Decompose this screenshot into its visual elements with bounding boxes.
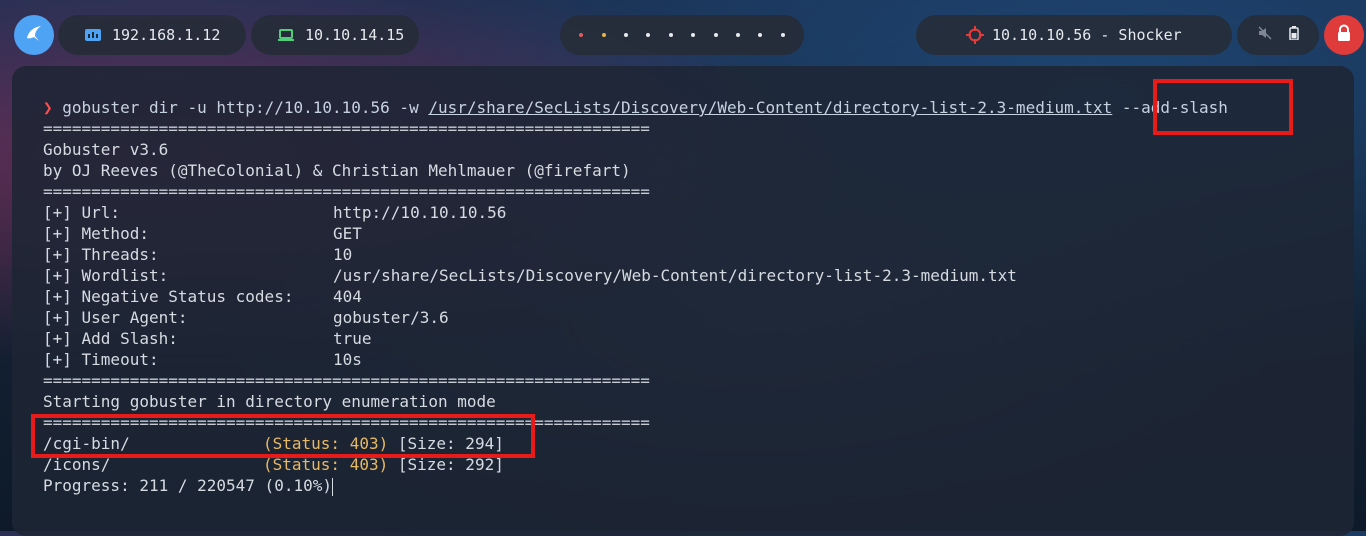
setting-row: [+] Negative Status codes: 404 [43,286,1228,307]
setting-value: gobuster/3.6 [333,308,449,327]
setting-value: http://10.10.10.56 [333,203,507,222]
setting-row: [+] Threads: 10 [43,244,1228,265]
local-ip-widget[interactable]: 192.168.1.12 [58,15,246,55]
start-message: Starting gobuster in directory enumerati… [43,392,496,411]
target-icon [966,26,984,44]
terminal-window[interactable]: ❯ gobuster dir -u http://10.10.10.56 -w … [12,66,1354,536]
setting-row: [+] Timeout: 10s [43,349,1228,370]
workspace-dot-6[interactable] [691,33,696,37]
highlight-cgi-bin-result [31,414,535,458]
setting-value: /usr/share/SecLists/Discovery/Web-Conten… [333,266,1017,285]
app-menu-button[interactable] [14,15,54,55]
top-bar: 192.168.1.12 10.10.14.15 10.10.10.56 - S… [0,0,1366,66]
setting-row: [+] User Agent: gobuster/3.6 [43,307,1228,328]
setting-key: [+] Add Slash: [43,329,178,348]
separator: ========================================… [43,119,650,138]
setting-value: GET [333,224,362,243]
workspace-dot-5[interactable] [668,33,673,37]
text-cursor [331,477,333,496]
setting-value: true [333,329,372,348]
vpn-ip-widget[interactable]: 10.10.14.15 [251,15,419,55]
command-wordlist-path[interactable]: /usr/share/SecLists/Discovery/Web-Conten… [428,98,1112,117]
setting-value: 404 [333,287,362,306]
target-text: 10.10.10.56 - Shocker [992,26,1182,44]
target-widget[interactable]: 10.10.10.56 - Shocker [916,15,1232,55]
workspace-dot-8[interactable] [735,33,740,37]
banner-author: by OJ Reeves (@TheColonial) & Christian … [43,161,631,180]
setting-row: [+] Wordlist: /usr/share/SecLists/Discove… [43,265,1228,286]
setting-key: [+] User Agent: [43,308,188,327]
workspace-dot-3[interactable] [623,33,628,37]
logo-icon [23,22,45,48]
laptop-icon [277,26,295,44]
setting-key: [+] Url: [43,203,121,222]
separator: ========================================… [43,371,650,390]
setting-key: [+] Threads: [43,245,159,264]
setting-key: [+] Timeout: [43,350,159,369]
mute-icon[interactable] [1257,26,1272,44]
banner-title: Gobuster v3.6 [43,140,169,159]
setting-key: [+] Negative Status codes: [43,287,294,306]
lock-button[interactable] [1324,15,1364,55]
command-prefix: gobuster dir -u http://10.10.10.56 -w [62,98,429,117]
highlight-add-slash-flag [1153,79,1293,135]
setting-value: 10s [333,350,362,369]
prompt-symbol: ❯ [43,98,53,117]
local-ip-text: 192.168.1.12 [112,26,221,44]
separator: ========================================… [43,182,650,201]
progress-line: Progress: 211 / 220547 (0.10%) [43,475,1228,496]
setting-value: 10 [333,245,353,264]
setting-row: [+] Add Slash: true [43,328,1228,349]
workspace-dot-1[interactable] [579,33,584,37]
setting-row: [+] Url: http://10.10.10.56 [43,202,1228,223]
setting-key: [+] Method: [43,224,149,243]
system-tray[interactable] [1237,15,1319,55]
workspace-dot-7[interactable] [713,33,718,37]
progress-text: Progress: 211 / 220547 (0.10%) [43,476,332,495]
workspace-switcher[interactable] [560,15,804,55]
setting-key: [+] Wordlist: [43,266,169,285]
lock-icon [1335,24,1353,46]
workspace-dot-2[interactable] [601,33,606,37]
command-line: ❯ gobuster dir -u http://10.10.10.56 -w … [43,97,1228,118]
battery-icon[interactable] [1288,26,1299,44]
setting-row: [+] Method: GET [43,223,1228,244]
workspace-dot-9[interactable] [758,33,763,37]
vpn-ip-text: 10.10.14.15 [305,26,405,44]
workspace-dot-4[interactable] [646,33,651,37]
workspace-dot-10[interactable] [780,33,785,37]
network-icon [84,26,102,44]
